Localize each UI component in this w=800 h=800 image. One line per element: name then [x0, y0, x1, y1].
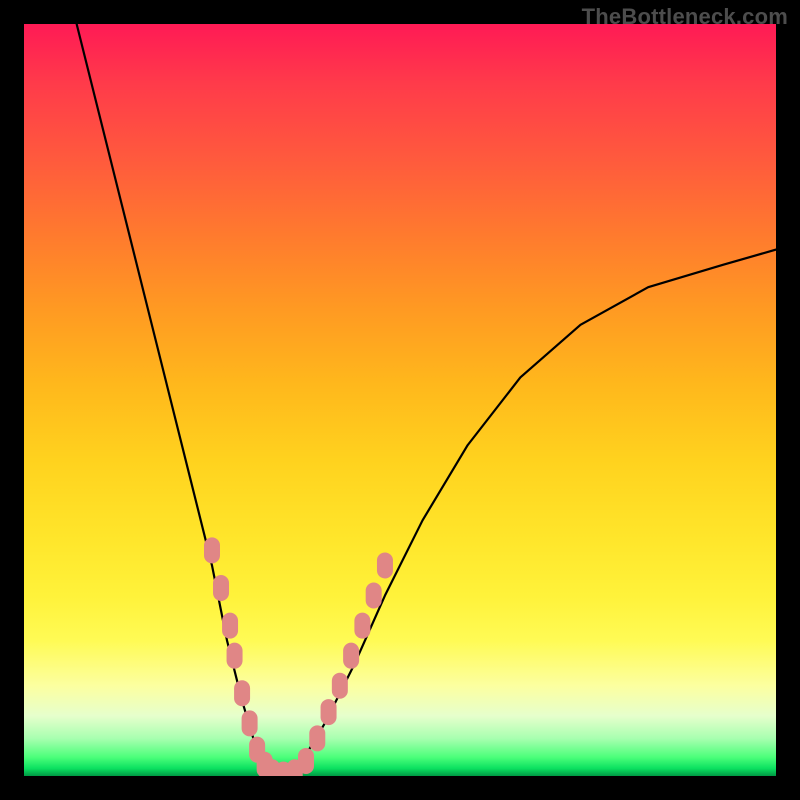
bottleneck-curve [77, 24, 776, 776]
curve-marker [343, 643, 359, 669]
bottleneck-curve-path [77, 24, 776, 776]
chart-svg [24, 24, 776, 776]
curve-marker [234, 680, 250, 706]
curve-marker [222, 613, 238, 639]
curve-marker [332, 673, 348, 699]
curve-markers [204, 537, 393, 776]
curve-marker [309, 725, 325, 751]
curve-marker [213, 575, 229, 601]
curve-marker [227, 643, 243, 669]
watermark-label: TheBottleneck.com [582, 4, 788, 30]
curve-marker [204, 537, 220, 563]
curve-marker [298, 748, 314, 774]
curve-marker [242, 710, 258, 736]
curve-marker [321, 699, 337, 725]
curve-marker [366, 583, 382, 609]
chart-frame [24, 24, 776, 776]
curve-marker [377, 552, 393, 578]
curve-marker [354, 613, 370, 639]
